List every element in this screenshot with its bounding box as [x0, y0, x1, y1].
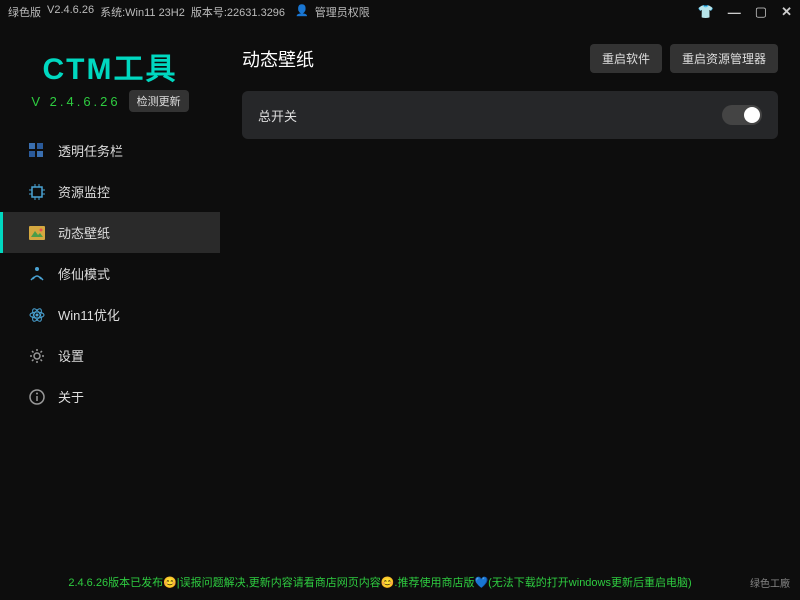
nav-item-wallpaper[interactable]: 动态壁纸 [0, 212, 220, 253]
nav-item-win11opt[interactable]: Win11优化 [0, 294, 220, 335]
footer: 2.4.6.26版本已发布😊|误报问题解决,更新内容请看商店网页内容😊.推荐使用… [0, 564, 800, 600]
nav-item-settings[interactable]: 设置 [0, 335, 220, 376]
nav-item-cultivation[interactable]: 修仙模式 [0, 253, 220, 294]
nav-item-taskbar[interactable]: 透明任务栏 [0, 130, 220, 171]
sidebar: CTM工具 V 2.4.6.26 检测更新 透明任务栏 资源监控 动态壁纸 修仙… [0, 24, 220, 564]
info-icon [28, 388, 46, 406]
grid-icon [28, 142, 46, 160]
close-button[interactable]: ✕ [781, 4, 792, 20]
main-panel: 动态壁纸 重启软件 重启资源管理器 总开关 [220, 24, 800, 564]
restart-software-button[interactable]: 重启软件 [590, 44, 662, 73]
meditation-icon [28, 265, 46, 283]
page-title: 动态壁纸 [242, 46, 314, 72]
titlebar-info: 绿色版 V2.4.6.26 系统:Win11 23H2 版本号:22631.32… [8, 4, 698, 20]
titlebar: 绿色版 V2.4.6.26 系统:Win11 23H2 版本号:22631.32… [0, 0, 800, 24]
master-switch-toggle[interactable] [722, 105, 762, 125]
build-label: 版本号:22631.3296 [191, 4, 285, 20]
nav-label: 透明任务栏 [58, 141, 123, 160]
nav-item-about[interactable]: 关于 [0, 376, 220, 417]
nav-label: 关于 [58, 387, 84, 406]
nav-label: 设置 [58, 346, 84, 365]
main-header: 动态壁纸 重启软件 重启资源管理器 [242, 44, 778, 73]
version-label: V2.4.6.26 [47, 4, 94, 20]
admin-label: 管理员权限 [315, 4, 370, 20]
window-controls: 👕 — ▢ ✕ [698, 4, 792, 20]
version-row: V 2.4.6.26 检测更新 [0, 90, 220, 112]
nav-label: Win11优化 [58, 305, 120, 324]
footer-message: 2.4.6.26版本已发布😊|误报问题解决,更新内容请看商店网页内容😊.推荐使用… [10, 574, 750, 590]
content: CTM工具 V 2.4.6.26 检测更新 透明任务栏 资源监控 动态壁纸 修仙… [0, 24, 800, 564]
gear-icon [28, 347, 46, 365]
restart-explorer-button[interactable]: 重启资源管理器 [670, 44, 778, 73]
chip-icon [28, 183, 46, 201]
header-buttons: 重启软件 重启资源管理器 [590, 44, 778, 73]
system-label: 系统:Win11 23H2 [100, 4, 185, 20]
admin-icon: 👤 [295, 4, 309, 20]
shirt-icon[interactable]: 👕 [698, 4, 714, 20]
toggle-knob [744, 107, 760, 123]
image-icon [28, 224, 46, 242]
master-switch-label: 总开关 [258, 106, 297, 125]
check-update-button[interactable]: 检测更新 [129, 90, 189, 112]
nav-label: 动态壁纸 [58, 223, 110, 242]
nav-label: 修仙模式 [58, 264, 110, 283]
edition-label: 绿色版 [8, 4, 41, 20]
nav-item-monitor[interactable]: 资源监控 [0, 171, 220, 212]
app-logo: CTM工具 [0, 38, 220, 90]
nav-label: 资源监控 [58, 182, 110, 201]
minimize-button[interactable]: — [728, 5, 741, 20]
maximize-button[interactable]: ▢ [755, 4, 767, 20]
footer-brand: 绿色工廠 [750, 575, 790, 590]
app-version: V 2.4.6.26 [31, 94, 120, 109]
master-switch-row: 总开关 [242, 91, 778, 139]
atom-icon [28, 306, 46, 324]
